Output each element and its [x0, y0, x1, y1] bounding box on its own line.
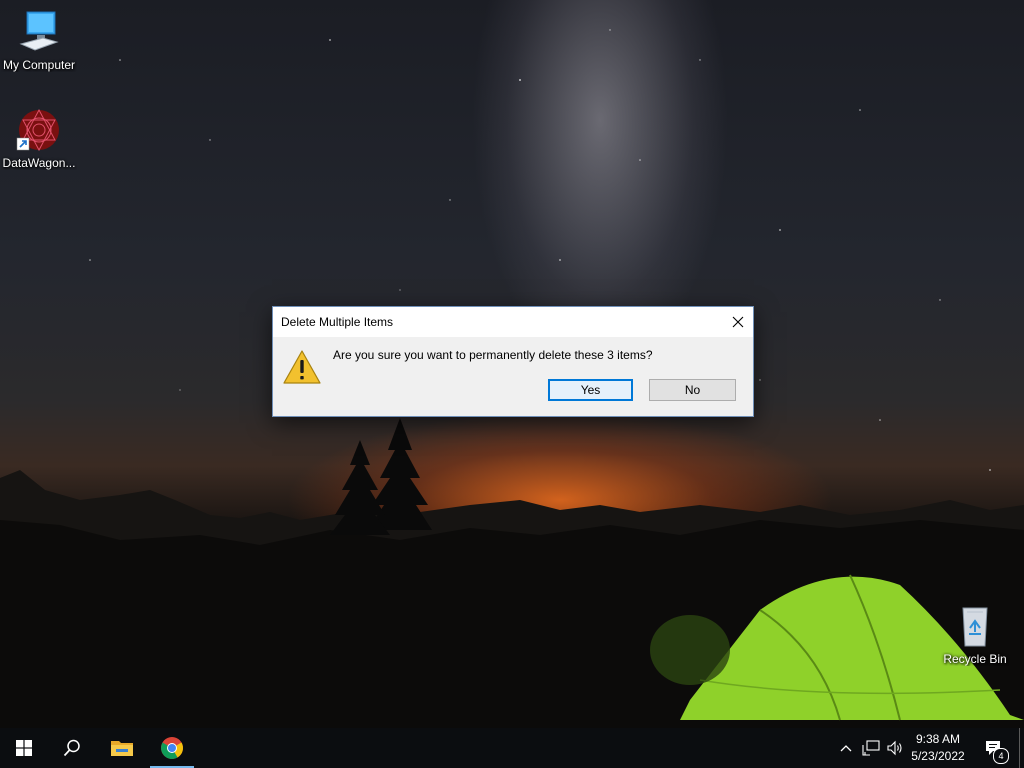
desktop-icon-label: My Computer	[2, 58, 76, 72]
desktop-icon-recycle-bin[interactable]: Recycle Bin	[937, 602, 1013, 666]
desktop-icon-my-computer[interactable]: My Computer	[1, 8, 77, 72]
taskbar: 9:38 AM 5/23/2022	[0, 728, 1024, 768]
desktop-icon-datawagon[interactable]: DataWagon...	[1, 106, 77, 170]
taskbar-clock[interactable]: 9:38 AM 5/23/2022	[900, 728, 976, 768]
dialog-close-button[interactable]	[723, 307, 753, 337]
file-explorer-button[interactable]	[98, 728, 146, 768]
folder-icon	[111, 741, 133, 756]
dialog-body: Are you sure you want to permanently del…	[273, 337, 753, 416]
close-icon	[732, 316, 744, 328]
chrome-icon	[161, 737, 183, 759]
clock-date: 5/23/2022	[911, 749, 965, 763]
show-desktop-button[interactable]	[1019, 728, 1020, 768]
yes-button[interactable]: Yes	[548, 379, 633, 401]
pine-trees	[330, 418, 432, 535]
desktop-icon-label: DataWagon...	[2, 156, 76, 170]
dialog-title: Delete Multiple Items	[281, 315, 394, 329]
network-icon	[862, 740, 880, 756]
start-button[interactable]	[0, 728, 48, 768]
chrome-button[interactable]	[148, 728, 196, 768]
windows-logo-icon	[16, 740, 32, 756]
chevron-up-icon	[840, 745, 852, 752]
clock-time: 9:38 AM	[915, 732, 961, 746]
warning-icon	[283, 350, 321, 384]
notification-count-badge: 4	[993, 748, 1009, 764]
dialog-titlebar[interactable]: Delete Multiple Items	[273, 307, 753, 337]
network-button[interactable]	[860, 728, 882, 768]
search-icon	[63, 739, 80, 757]
dialog-message: Are you sure you want to permanently del…	[333, 348, 653, 362]
recycle-bin-icon	[951, 602, 999, 650]
monitor-icon	[15, 8, 63, 56]
show-hidden-icons-button[interactable]	[838, 728, 854, 768]
datawagon-shortcut-icon	[15, 106, 63, 154]
search-button[interactable]	[48, 728, 96, 768]
delete-confirmation-dialog: Delete Multiple Items Are you sure you w…	[272, 306, 754, 417]
desktop-icon-label: Recycle Bin	[943, 652, 1007, 666]
no-button[interactable]: No	[649, 379, 736, 401]
